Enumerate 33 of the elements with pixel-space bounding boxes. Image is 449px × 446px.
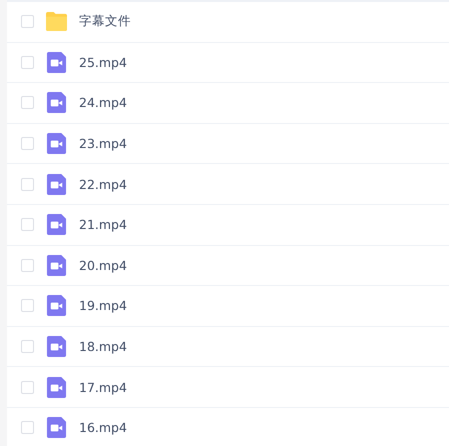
checkbox[interactable] [21,96,34,110]
video-file-icon [46,336,67,358]
file-name[interactable]: 24.mp4 [79,95,127,110]
file-name[interactable]: 21.mp4 [79,217,127,232]
video-file-icon [46,417,67,438]
checkbox[interactable] [21,218,34,232]
checkbox[interactable] [21,380,34,394]
checkbox[interactable] [21,421,34,434]
checkbox[interactable] [21,56,34,69]
file-name[interactable]: 20.mp4 [79,258,127,273]
file-name[interactable]: 22.mp4 [79,176,127,192]
checkbox[interactable] [21,137,34,150]
file-name[interactable]: 字幕文件 [79,13,131,30]
checkbox[interactable] [21,15,34,28]
checkbox[interactable] [21,299,34,312]
video-file-icon [46,295,67,316]
file-name[interactable]: 19.mp4 [79,298,127,314]
file-name[interactable]: 23.mp4 [79,136,127,152]
file-name[interactable]: 17.mp4 [79,380,127,395]
video-file-icon [46,52,67,73]
checkbox[interactable] [21,178,34,191]
folder-icon [46,11,67,32]
file-name[interactable]: 16.mp4 [79,420,127,436]
file-name[interactable]: 25.mp4 [79,54,127,70]
video-file-icon [46,92,67,114]
checkbox[interactable] [21,258,34,272]
checkbox[interactable] [21,340,34,354]
video-file-icon [46,376,67,398]
video-file-icon [46,214,67,236]
video-file-icon [46,174,67,195]
video-file-icon [46,254,67,276]
video-file-icon [46,133,67,154]
file-name[interactable]: 18.mp4 [79,339,127,354]
